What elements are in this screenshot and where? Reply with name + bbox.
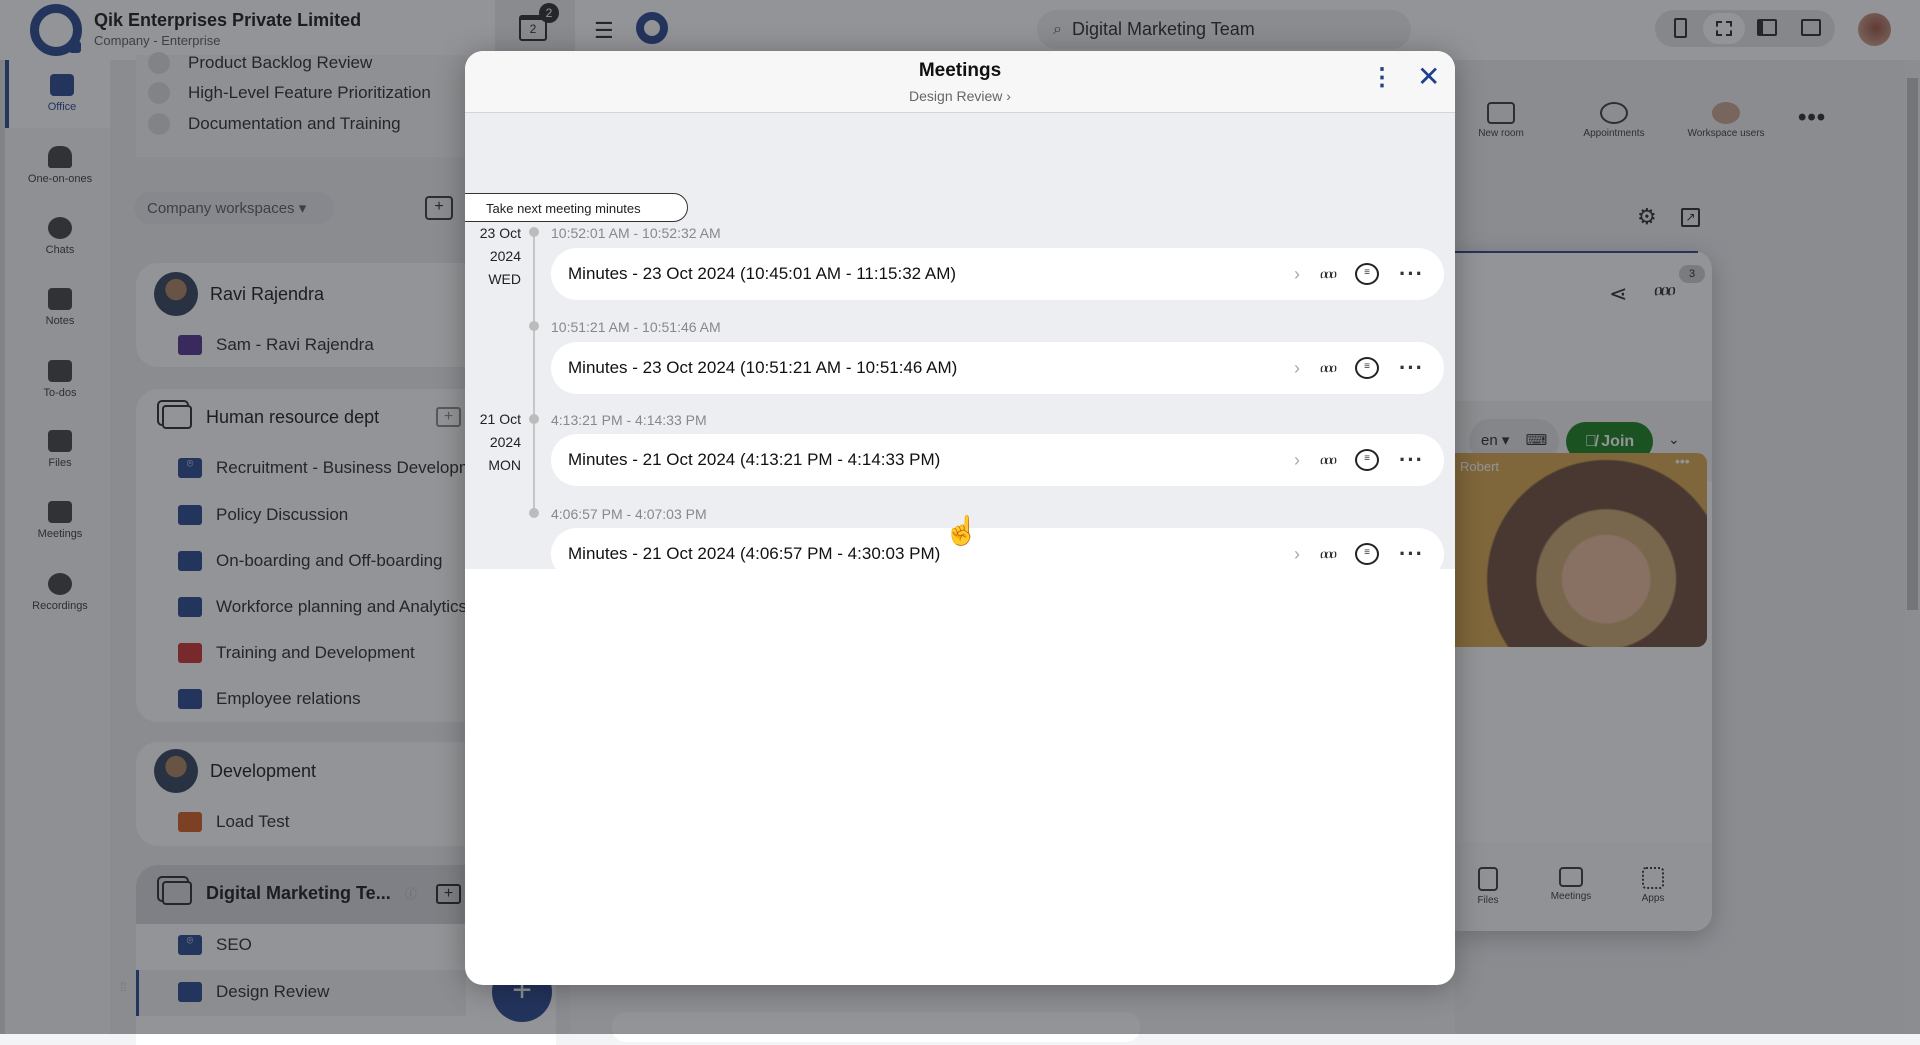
time-range: 4:13:21 PM - 4:14:33 PM	[551, 412, 707, 428]
date-label: 23 Oct	[479, 225, 521, 241]
minutes-item[interactable]: Minutes - 21 Oct 2024 (4:13:21 PM - 4:14…	[551, 434, 1444, 486]
minutes-title: Minutes - 23 Oct 2024 (10:51:21 AM - 10:…	[568, 358, 958, 377]
time-range: 10:52:01 AM - 10:52:32 AM	[551, 225, 721, 241]
participants-icon[interactable]: ዐዐዐ	[1320, 360, 1337, 376]
minutes-title: Minutes - 21 Oct 2024 (4:06:57 PM - 4:30…	[568, 544, 941, 563]
time-range: 4:06:57 PM - 4:07:03 PM	[551, 506, 707, 522]
kebab-menu-icon[interactable]: ⋮	[1370, 63, 1394, 92]
modal-header: Meetings Design Review › ⋮ ✕	[465, 51, 1455, 113]
chat-icon[interactable]: ≡	[1355, 263, 1380, 285]
participants-icon[interactable]: ዐዐዐ	[1320, 266, 1337, 282]
timeline-dot	[529, 414, 539, 424]
room-name: Design Review	[909, 88, 1003, 104]
day-label: MON	[488, 457, 521, 473]
participants-icon[interactable]: ዐዐዐ	[1320, 546, 1337, 562]
chevron-right-icon[interactable]: ›	[1294, 358, 1300, 379]
timeline-line	[533, 232, 535, 517]
date-group: 23 Oct 2024 WED	[471, 222, 521, 291]
time-range: 10:51:21 AM - 10:51:46 AM	[551, 319, 721, 335]
minutes-item[interactable]: Minutes - 23 Oct 2024 (10:45:01 AM - 11:…	[551, 248, 1444, 300]
day-label: WED	[488, 271, 521, 287]
minutes-title: Minutes - 23 Oct 2024 (10:45:01 AM - 11:…	[568, 264, 957, 283]
room-breadcrumb[interactable]: Design Review ›	[465, 88, 1455, 104]
minutes-item[interactable]: Minutes - 21 Oct 2024 (4:06:57 PM - 4:30…	[551, 528, 1444, 580]
take-next-minutes-button[interactable]: Take next meeting minutes	[465, 193, 688, 222]
chevron-right-icon[interactable]: ›	[1294, 544, 1300, 565]
close-icon[interactable]: ✕	[1417, 60, 1440, 93]
modal-title: Meetings	[918, 60, 1002, 81]
hand-cursor-icon: ☝	[944, 515, 979, 546]
timeline-dot	[529, 227, 539, 237]
date-group: 21 Oct 2024 MON	[471, 408, 521, 477]
meetings-list: Take next meeting minutes 23 Oct 2024 WED …	[465, 113, 1455, 580]
participants-icon[interactable]: ዐዐዐ	[1320, 452, 1337, 468]
chat-icon[interactable]: ≡	[1355, 543, 1380, 565]
timeline-dot	[529, 508, 539, 518]
chevron-right-icon: ›	[1006, 88, 1011, 104]
year-label: 2024	[489, 434, 521, 450]
timeline-dot	[529, 321, 539, 331]
date-label: 21 Oct	[479, 411, 521, 427]
chat-icon[interactable]: ≡	[1355, 449, 1380, 471]
more-icon[interactable]: ···	[1399, 357, 1424, 379]
more-icon[interactable]: ···	[1399, 263, 1424, 285]
minutes-item[interactable]: Minutes - 23 Oct 2024 (10:51:21 AM - 10:…	[551, 342, 1444, 394]
more-icon[interactable]: ···	[1399, 543, 1424, 565]
chat-icon[interactable]: ≡	[1355, 357, 1380, 379]
year-label: 2024	[489, 248, 521, 264]
chevron-right-icon[interactable]: ›	[1294, 450, 1300, 471]
chevron-right-icon[interactable]: ›	[1294, 264, 1300, 285]
minutes-title: Minutes - 21 Oct 2024 (4:13:21 PM - 4:14…	[568, 450, 941, 469]
more-icon[interactable]: ···	[1399, 449, 1424, 471]
